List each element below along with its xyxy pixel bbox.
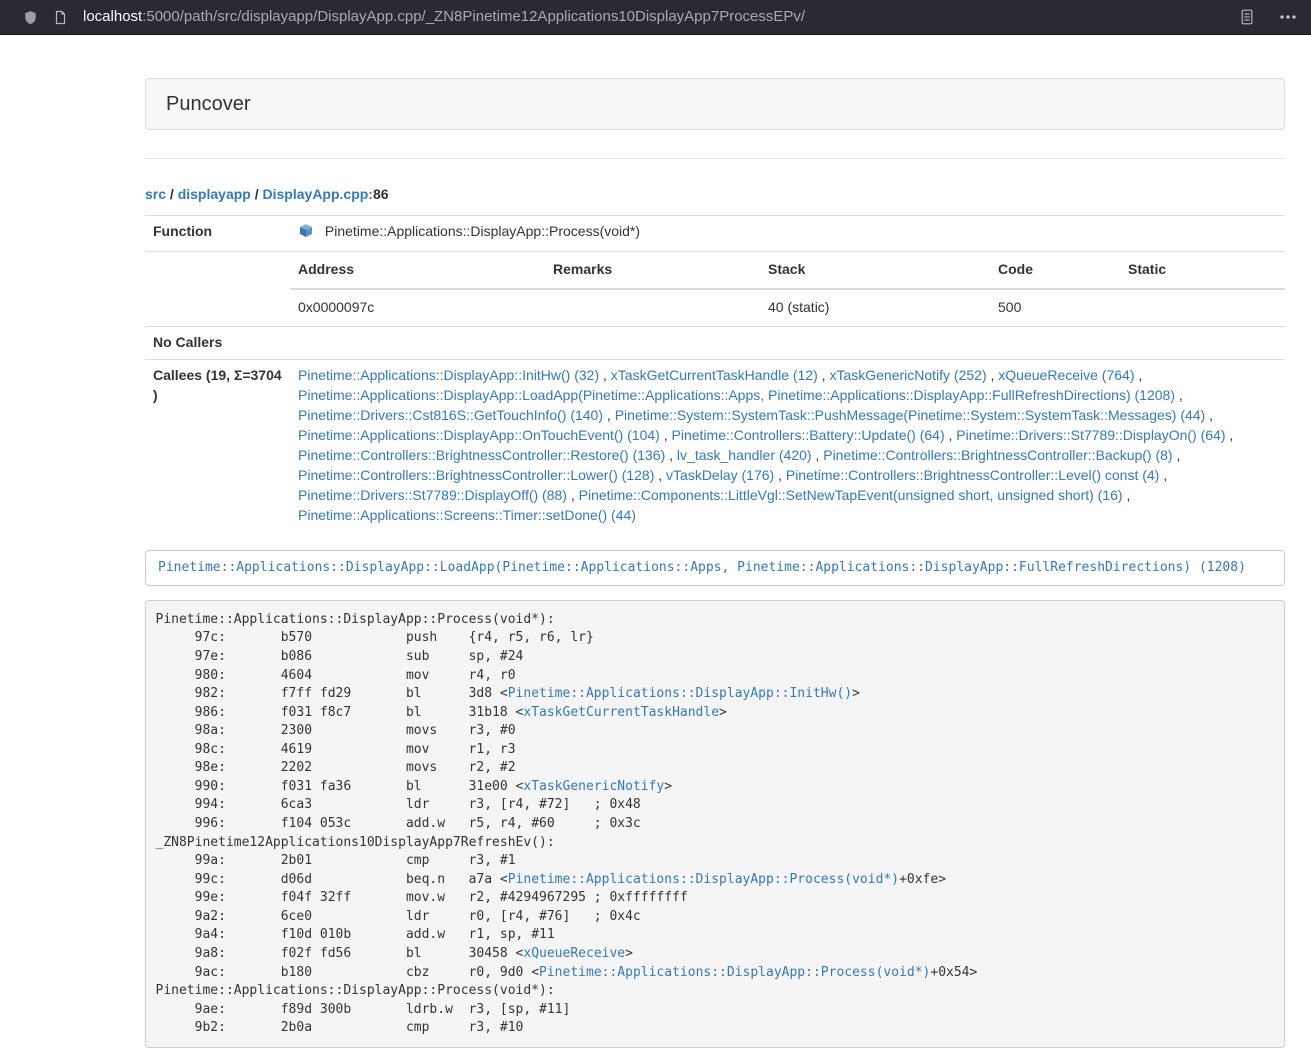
stats-row-label [145,251,290,326]
callee-link[interactable]: Pinetime::Applications::DisplayApp::Load… [298,387,1175,403]
stats-remarks [545,289,760,326]
function-row-label: Function [145,215,290,251]
callee-link[interactable]: Pinetime::Controllers::Battery::Update()… [672,427,945,443]
no-callers-label: No Callers [145,326,290,359]
menu-dots-icon[interactable] [1279,9,1297,25]
url-host: localhost [83,8,142,25]
stats-static [1120,289,1285,326]
url-path: :5000/path/src/displayapp/DisplayApp.cpp… [142,8,805,25]
callee-link[interactable]: vTaskDelay (176) [666,467,774,483]
callee-link[interactable]: xQueueReceive (764) [998,367,1134,383]
callee-link[interactable]: Pinetime::Components::LittleVgl::SetNewT… [579,487,1123,503]
stats-code: 500 [990,289,1120,326]
callee-separator: , [987,367,999,383]
callee-link[interactable]: Pinetime::Applications::DisplayApp::Init… [298,367,599,383]
breadcrumb-separator: / [251,186,263,202]
callee-separator: , [654,467,666,483]
breadcrumb-link[interactable]: src [145,186,166,202]
callee-link[interactable]: Pinetime::Drivers::Cst816S::GetTouchInfo… [298,407,603,423]
function-row: Function Pinetime::Applications::Display… [145,215,1285,251]
disassembly-symbol-link[interactable]: Pinetime::Applications::DisplayApp::Init… [508,686,852,701]
callees-row: Callees (19, Σ=3704 ) Pinetime::Applicat… [145,359,1285,531]
stats-header-static: Static [1120,252,1285,289]
callee-link[interactable]: Pinetime::Applications::Screens::Timer::… [298,507,636,523]
stats-stack: 40 (static) [760,289,990,326]
callee-link[interactable]: Pinetime::Applications::DisplayApp::OnTo… [298,427,660,443]
callees-label: Callees (19, Σ=3704 ) [145,359,290,531]
reader-mode-icon[interactable] [1239,9,1255,25]
function-name: Pinetime::Applications::DisplayApp::Proc… [325,223,640,239]
stats-address: 0x0000097c [290,289,545,326]
stats-table: Address Remarks Stack Code Static 0x0000… [290,252,1285,326]
callees-list: Pinetime::Applications::DisplayApp::Init… [290,359,1285,531]
stats-row-container: Address Remarks Stack Code Static 0x0000… [145,251,1285,326]
disassembly: Pinetime::Applications::DisplayApp::Proc… [145,600,1285,1048]
callee-separator: , [599,367,611,383]
browser-toolbar: localhost:5000/path/src/displayapp/Displ… [0,0,1311,35]
callee-link[interactable]: Pinetime::System::SystemTask::PushMessag… [615,407,1206,423]
page-title-panel: Puncover [145,78,1285,130]
callee-link[interactable]: Pinetime::Controllers::BrightnessControl… [298,447,665,463]
breadcrumb-line-number: 86 [373,186,389,202]
callee-separator: , [774,467,786,483]
callee-link[interactable]: Pinetime::Drivers::St7789::DisplayOff() … [298,487,567,503]
callee-separator: , [567,487,579,503]
callee-separator: , [1173,447,1181,463]
address-bar[interactable]: localhost:5000/path/src/displayapp/Displ… [83,6,1227,27]
function-info-table: Function Pinetime::Applications::Display… [145,215,1285,532]
callee-separator: , [1205,407,1213,423]
callee-link[interactable]: Pinetime::Controllers::BrightnessControl… [823,447,1172,463]
stats-value-row: 0x0000097c 40 (static) 500 [290,289,1285,326]
stats-header-stack: Stack [760,252,990,289]
disassembly-symbol-link[interactable]: Pinetime::Applications::DisplayApp::Proc… [508,872,899,887]
disassembly-symbol-link[interactable]: xQueueReceive [523,946,625,961]
stats-header-row: Address Remarks Stack Code Static [290,252,1285,289]
callee-separator: , [818,367,830,383]
callee-separator: , [1123,487,1131,503]
selected-callee-box: Pinetime::Applications::DisplayApp::Load… [145,550,1285,587]
callee-separator: , [1175,387,1183,403]
callee-separator: , [945,427,957,443]
no-callers-row: No Callers [145,326,1285,359]
callee-separator: , [603,407,615,423]
callee-separator: , [1159,467,1167,483]
callee-link[interactable]: xTaskGetCurrentTaskHandle (12) [611,367,818,383]
stats-header-address: Address [290,252,545,289]
page-content: Puncover src / displayapp / DisplayApp.c… [145,35,1285,1048]
callee-link[interactable]: xTaskGenericNotify (252) [829,367,986,383]
stats-header-remarks: Remarks [545,252,760,289]
callee-separator: , [660,427,672,443]
callee-separator: , [1134,367,1142,383]
callee-separator: , [1226,427,1234,443]
breadcrumb-link[interactable]: DisplayApp.cpp: [263,186,373,202]
breadcrumb: src / displayapp / DisplayApp.cpp:86 [145,185,1285,205]
page-title: Puncover [166,93,251,115]
divider [145,158,1285,159]
callee-link[interactable]: Pinetime::Drivers::St7789::DisplayOn() (… [956,427,1225,443]
selected-callee-link[interactable]: Pinetime::Applications::DisplayApp::Load… [158,560,1246,575]
callee-link[interactable]: lv_task_handler (420) [677,447,812,463]
stats-header-code: Code [990,252,1120,289]
callee-link[interactable]: Pinetime::Controllers::BrightnessControl… [786,467,1159,483]
disassembly-symbol-link[interactable]: xTaskGenericNotify [523,779,664,794]
page-icon[interactable] [54,10,67,25]
callee-separator: , [812,447,824,463]
disassembly-symbol-link[interactable]: Pinetime::Applications::DisplayApp::Proc… [539,965,930,980]
disassembly-symbol-link[interactable]: xTaskGetCurrentTaskHandle [523,705,719,720]
breadcrumb-link[interactable]: displayapp [178,186,251,202]
method-icon [298,223,314,245]
callee-link[interactable]: Pinetime::Controllers::BrightnessControl… [298,467,654,483]
callee-separator: , [665,447,677,463]
shield-icon[interactable] [23,9,38,26]
breadcrumb-separator: / [166,186,178,202]
